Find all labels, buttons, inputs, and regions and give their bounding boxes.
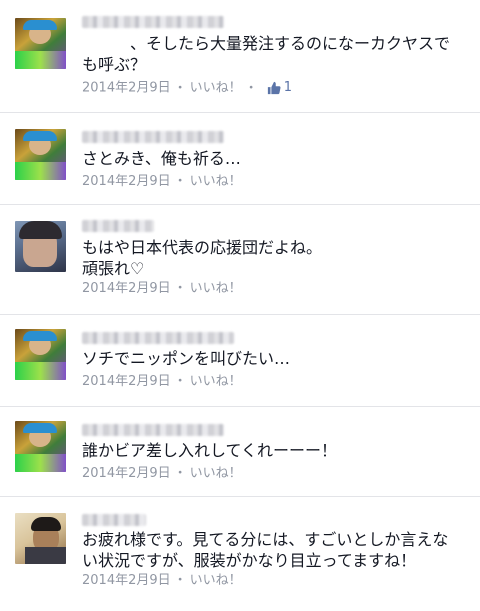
meta-separator: ・	[173, 573, 187, 588]
comment-date[interactable]: 2014年2月9日	[82, 466, 171, 481]
comment-meta: 2014年2月9日・いいね！・ 1	[82, 80, 292, 97]
meta-separator: ・	[173, 174, 187, 189]
commenter-name-blurred[interactable]	[82, 514, 146, 526]
comment-feed: 、そしたら大量発注するのになーカクヤスでも呼ぶ？ 2014年2月9日・いいね！・…	[0, 0, 480, 611]
comment-item: 誰かビア差し入れしてくれーーー！ 2014年2月9日・いいね！	[0, 406, 480, 496]
commenter-avatar[interactable]	[15, 18, 66, 69]
comment-item: 、そしたら大量発注するのになーカクヤスでも呼ぶ？ 2014年2月9日・いいね！・…	[0, 0, 480, 112]
comment-text: もはや日本代表の応援団だよね。 頑張れ♡	[82, 238, 323, 278]
thumbs-up-icon	[267, 81, 281, 95]
like-button[interactable]: いいね！	[190, 174, 242, 189]
commenter-avatar[interactable]	[15, 329, 66, 380]
comment-text: お疲れ様です。見てる分には、すごいとしか言えない状況ですが、服装がかなり目立って…	[82, 530, 449, 570]
comment-meta: 2014年2月9日・いいね！	[82, 466, 242, 482]
commenter-name-blurred[interactable]	[82, 424, 224, 436]
comment-meta: 2014年2月9日・いいね！	[82, 174, 242, 190]
comment-item: ソチでニッポンを叫びたい… 2014年2月9日・いいね！	[0, 314, 480, 406]
comment-meta: 2014年2月9日・いいね！	[82, 573, 242, 589]
like-count: 1	[283, 80, 292, 95]
comment-date[interactable]: 2014年2月9日	[82, 573, 171, 588]
comment-date[interactable]: 2014年2月9日	[82, 174, 171, 189]
comment-text: さとみき、俺も祈る…	[82, 149, 241, 168]
commenter-name-blurred[interactable]	[82, 16, 224, 28]
comment-date[interactable]: 2014年2月9日	[82, 281, 171, 296]
like-button[interactable]: いいね！	[190, 374, 242, 389]
meta-separator: ・	[244, 80, 258, 96]
comment-meta: 2014年2月9日・いいね！	[82, 374, 242, 390]
commenter-name-blurred[interactable]	[82, 332, 234, 344]
comment-date[interactable]: 2014年2月9日	[82, 374, 171, 389]
meta-separator: ・	[173, 281, 187, 296]
comment-text: ソチでニッポンを叫びたい…	[82, 349, 291, 368]
comment-text: 誰かビア差し入れしてくれーーー！	[82, 441, 338, 460]
meta-separator: ・	[173, 374, 187, 389]
like-button[interactable]: いいね！	[190, 466, 242, 481]
commenter-name-blurred[interactable]	[82, 131, 224, 143]
meta-separator: ・	[173, 466, 187, 481]
commenter-avatar[interactable]	[15, 513, 66, 564]
commenter-avatar[interactable]	[15, 421, 66, 472]
commenter-name-blurred[interactable]	[82, 220, 154, 232]
like-count-link[interactable]: 1	[267, 80, 292, 96]
like-button[interactable]: いいね！	[190, 573, 242, 588]
like-button[interactable]: いいね！	[190, 281, 242, 296]
comment-item: さとみき、俺も祈る… 2014年2月9日・いいね！	[0, 112, 480, 204]
comment-date[interactable]: 2014年2月9日	[82, 81, 171, 96]
comment-item: お疲れ様です。見てる分には、すごいとしか言えない状況ですが、服装がかなり目立って…	[0, 496, 480, 611]
commenter-avatar[interactable]	[15, 221, 66, 272]
comment-item: もはや日本代表の応援団だよね。 頑張れ♡ 2014年2月9日・いいね！	[0, 204, 480, 314]
comment-meta: 2014年2月9日・いいね！	[82, 281, 242, 297]
meta-separator: ・	[173, 80, 187, 96]
like-button[interactable]: いいね！	[190, 81, 242, 96]
comment-text: 、そしたら大量発注するのになーカクヤスでも呼ぶ？	[82, 34, 451, 74]
commenter-avatar[interactable]	[15, 129, 66, 180]
